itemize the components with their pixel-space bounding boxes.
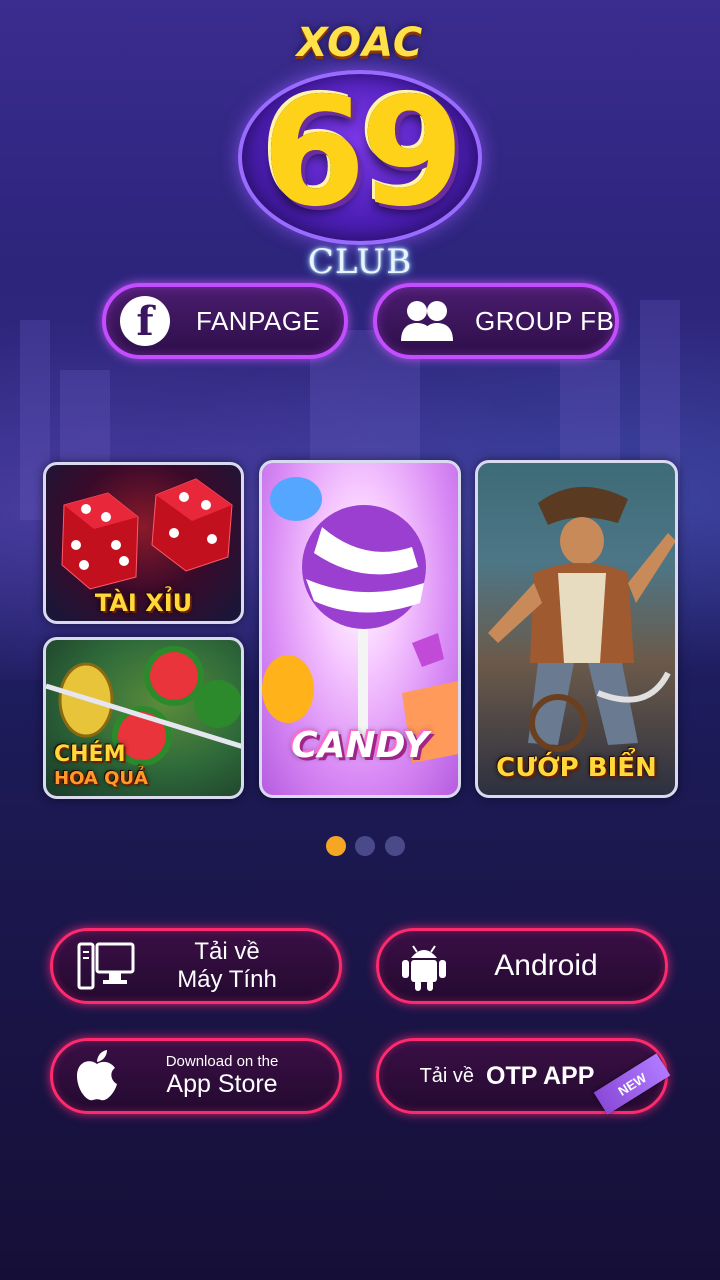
group-users-icon	[399, 299, 455, 343]
appstore-small-text: Download on the	[165, 1053, 279, 1070]
logo-bottom-text: CLUB	[307, 242, 413, 282]
game-title-line1: CHÉM	[54, 742, 126, 767]
otp-big-text: OTP APP	[486, 1061, 595, 1090]
pagination-dot[interactable]	[385, 836, 405, 856]
game-title: TÀI XỈU	[94, 589, 193, 617]
group-fb-button[interactable]: GROUP FB	[373, 283, 619, 359]
game-card-cuop-bien[interactable]: CƯỚP BIỂN	[475, 460, 678, 798]
game-title: CANDY	[291, 725, 429, 766]
computer-icon	[77, 940, 135, 992]
download-android-button[interactable]: Android	[376, 928, 668, 1004]
group-fb-label: GROUP FB	[475, 305, 615, 336]
download-android-label: Android	[494, 949, 598, 982]
download-pc-line1: Tải về	[194, 938, 260, 965]
game-card-candy[interactable]: CANDY	[259, 460, 461, 798]
download-appstore-button[interactable]: Download on the App Store	[50, 1038, 342, 1114]
facebook-icon: f	[120, 296, 170, 346]
pagination-dot-active[interactable]	[326, 836, 346, 856]
apple-icon	[73, 1048, 121, 1104]
appstore-big-text: App Store	[166, 1070, 278, 1098]
otp-small-text: Tải về	[419, 1064, 475, 1087]
pirate-icon	[488, 486, 675, 752]
download-otp-button[interactable]: Tải về OTP APP NEW	[376, 1038, 671, 1115]
brand-logo: XOAC 69 CLUB	[228, 20, 492, 282]
download-pc-button[interactable]: Tải về Máy Tính	[50, 928, 342, 1004]
game-title-line2: HOA QUẢ	[54, 768, 148, 789]
game-card-chem-hoa-qua[interactable]: CHÉM HOA QUẢ	[43, 637, 244, 799]
pagination-dot[interactable]	[355, 836, 375, 856]
fanpage-label: FANPAGE	[196, 305, 321, 336]
android-icon	[401, 940, 447, 992]
game-title: CƯỚP BIỂN	[496, 753, 657, 783]
download-pc-line2: Máy Tính	[177, 966, 277, 993]
logo-number: 69	[261, 66, 465, 240]
game-card-tai-xiu[interactable]: TÀI XỈU	[43, 462, 244, 624]
logo-top-text: XOAC	[296, 20, 424, 66]
fanpage-button[interactable]: f FANPAGE	[102, 283, 348, 359]
